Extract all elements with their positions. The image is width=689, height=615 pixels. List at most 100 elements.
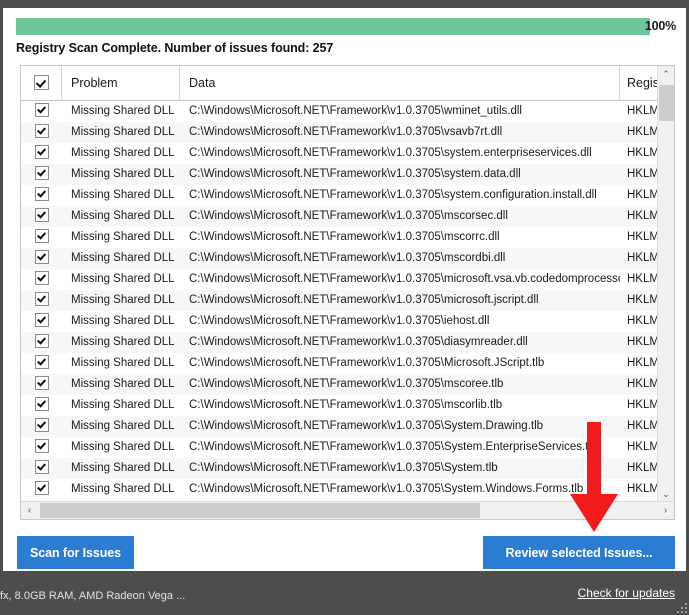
table-row[interactable]: Missing Shared DLLC:\Windows\Microsoft.N…	[21, 143, 659, 164]
column-header-select-all[interactable]	[21, 66, 62, 100]
row-checkbox[interactable]	[35, 334, 49, 348]
progress-track	[16, 18, 650, 35]
scroll-up-icon[interactable]: ⌃	[658, 66, 674, 83]
cell-problem: Missing Shared DLL	[62, 143, 180, 164]
row-checkbox[interactable]	[35, 229, 49, 243]
table-row[interactable]: Missing Shared DLLC:\Windows\Microsoft.N…	[21, 101, 659, 122]
row-checkbox[interactable]	[35, 250, 49, 264]
row-checkbox[interactable]	[35, 187, 49, 201]
cell-registry: HKLM\S	[620, 164, 659, 185]
row-checkbox-cell[interactable]	[21, 269, 62, 290]
row-checkbox-cell[interactable]	[21, 248, 62, 269]
row-checkbox[interactable]	[35, 418, 49, 432]
row-checkbox-cell[interactable]	[21, 332, 62, 353]
column-header-registry[interactable]: Regist	[620, 66, 659, 100]
row-checkbox-cell[interactable]	[21, 122, 62, 143]
column-header-problem[interactable]: Problem	[62, 66, 180, 100]
row-checkbox-cell[interactable]	[21, 290, 62, 311]
table-row[interactable]: Missing Shared DLLC:\Windows\Microsoft.N…	[21, 353, 659, 374]
table-row[interactable]: Missing Shared DLLC:\Windows\Microsoft.N…	[21, 269, 659, 290]
row-checkbox[interactable]	[35, 481, 49, 495]
cell-registry: HKLM\S	[620, 269, 659, 290]
main-panel: 100% Registry Scan Complete. Number of i…	[0, 8, 689, 571]
table-row[interactable]: Missing Shared DLLC:\Windows\Microsoft.N…	[21, 437, 659, 458]
cell-registry: HKLM\S	[620, 101, 659, 122]
table-row[interactable]: Missing Shared DLLC:\Windows\Microsoft.N…	[21, 458, 659, 479]
table-row[interactable]: Missing Shared DLLC:\Windows\Microsoft.N…	[21, 185, 659, 206]
cell-problem: Missing Shared DLL	[62, 311, 180, 332]
row-checkbox[interactable]	[35, 124, 49, 138]
row-checkbox[interactable]	[35, 145, 49, 159]
row-checkbox[interactable]	[35, 208, 49, 222]
progress-fill	[16, 18, 650, 35]
cell-data: C:\Windows\Microsoft.NET\Framework\v1.0.…	[180, 437, 620, 458]
cell-registry: HKLM\S	[620, 311, 659, 332]
row-checkbox-cell[interactable]	[21, 164, 62, 185]
cell-problem: Missing Shared DLL	[62, 206, 180, 227]
row-checkbox-cell[interactable]	[21, 479, 62, 500]
cell-registry: HKLM\S	[620, 248, 659, 269]
review-selected-issues-button[interactable]: Review selected Issues...	[483, 536, 675, 569]
cell-problem: Missing Shared DLL	[62, 290, 180, 311]
table-vertical-scrollbar[interactable]: ⌃ ⌄	[657, 66, 674, 503]
row-checkbox-cell[interactable]	[21, 101, 62, 122]
table-row[interactable]: Missing Shared DLLC:\Windows\Microsoft.N…	[21, 395, 659, 416]
registry-cleaner-window: 100% Registry Scan Complete. Number of i…	[0, 0, 689, 615]
cell-data: C:\Windows\Microsoft.NET\Framework\v1.0.…	[180, 227, 620, 248]
system-info-text: fx, 8.0GB RAM, AMD Radeon Vega ...	[0, 590, 185, 602]
table-row[interactable]: Missing Shared DLLC:\Windows\Microsoft.N…	[21, 416, 659, 437]
scan-progress-bar: 100%	[16, 18, 676, 35]
row-checkbox[interactable]	[35, 292, 49, 306]
table-row[interactable]: Missing Shared DLLC:\Windows\Microsoft.N…	[21, 374, 659, 395]
row-checkbox-cell[interactable]	[21, 353, 62, 374]
table-row[interactable]: Missing Shared DLLC:\Windows\Microsoft.N…	[21, 122, 659, 143]
table-row[interactable]: Missing Shared DLLC:\Windows\Microsoft.N…	[21, 311, 659, 332]
row-checkbox[interactable]	[35, 376, 49, 390]
row-checkbox-cell[interactable]	[21, 374, 62, 395]
scan-for-issues-button[interactable]: Scan for Issues	[17, 536, 134, 569]
issues-table-body: Missing Shared DLLC:\Windows\Microsoft.N…	[21, 101, 659, 503]
row-checkbox[interactable]	[35, 313, 49, 327]
row-checkbox-cell[interactable]	[21, 311, 62, 332]
row-checkbox-cell[interactable]	[21, 143, 62, 164]
table-horizontal-scrollbar[interactable]: ‹ ›	[21, 501, 674, 519]
table-row[interactable]: Missing Shared DLLC:\Windows\Microsoft.N…	[21, 479, 659, 500]
table-row[interactable]: Missing Shared DLLC:\Windows\Microsoft.N…	[21, 164, 659, 185]
row-checkbox[interactable]	[35, 460, 49, 474]
cell-registry: HKLM\S	[620, 458, 659, 479]
cell-problem: Missing Shared DLL	[62, 332, 180, 353]
row-checkbox[interactable]	[35, 271, 49, 285]
select-all-checkbox[interactable]	[34, 75, 49, 90]
row-checkbox-cell[interactable]	[21, 437, 62, 458]
table-row[interactable]: Missing Shared DLLC:\Windows\Microsoft.N…	[21, 248, 659, 269]
table-row[interactable]: Missing Shared DLLC:\Windows\Microsoft.N…	[21, 290, 659, 311]
row-checkbox-cell[interactable]	[21, 185, 62, 206]
vertical-scroll-thumb[interactable]	[659, 85, 674, 121]
issues-table-viewport: Problem Data Regist Missing Shared DLLC:…	[21, 66, 659, 503]
row-checkbox[interactable]	[35, 103, 49, 117]
row-checkbox-cell[interactable]	[21, 227, 62, 248]
check-for-updates-link[interactable]: Check for updates	[578, 586, 675, 600]
row-checkbox[interactable]	[35, 397, 49, 411]
cell-problem: Missing Shared DLL	[62, 185, 180, 206]
row-checkbox[interactable]	[35, 439, 49, 453]
horizontal-scroll-thumb[interactable]	[40, 503, 480, 518]
row-checkbox[interactable]	[35, 355, 49, 369]
row-checkbox-cell[interactable]	[21, 395, 62, 416]
column-header-data[interactable]: Data	[180, 66, 620, 100]
table-row[interactable]: Missing Shared DLLC:\Windows\Microsoft.N…	[21, 332, 659, 353]
table-row[interactable]: Missing Shared DLLC:\Windows\Microsoft.N…	[21, 206, 659, 227]
row-checkbox[interactable]	[35, 166, 49, 180]
scroll-right-icon[interactable]: ›	[657, 502, 674, 519]
row-checkbox-cell[interactable]	[21, 458, 62, 479]
cell-data: C:\Windows\Microsoft.NET\Framework\v1.0.…	[180, 248, 620, 269]
cell-data: C:\Windows\Microsoft.NET\Framework\v1.0.…	[180, 143, 620, 164]
row-checkbox-cell[interactable]	[21, 206, 62, 227]
cell-data: C:\Windows\Microsoft.NET\Framework\v1.0.…	[180, 416, 620, 437]
resize-grip-icon[interactable]	[673, 599, 687, 613]
row-checkbox-cell[interactable]	[21, 416, 62, 437]
cell-registry: HKLM\S	[620, 416, 659, 437]
table-row[interactable]: Missing Shared DLLC:\Windows\Microsoft.N…	[21, 227, 659, 248]
cell-problem: Missing Shared DLL	[62, 122, 180, 143]
scroll-left-icon[interactable]: ‹	[21, 502, 38, 519]
